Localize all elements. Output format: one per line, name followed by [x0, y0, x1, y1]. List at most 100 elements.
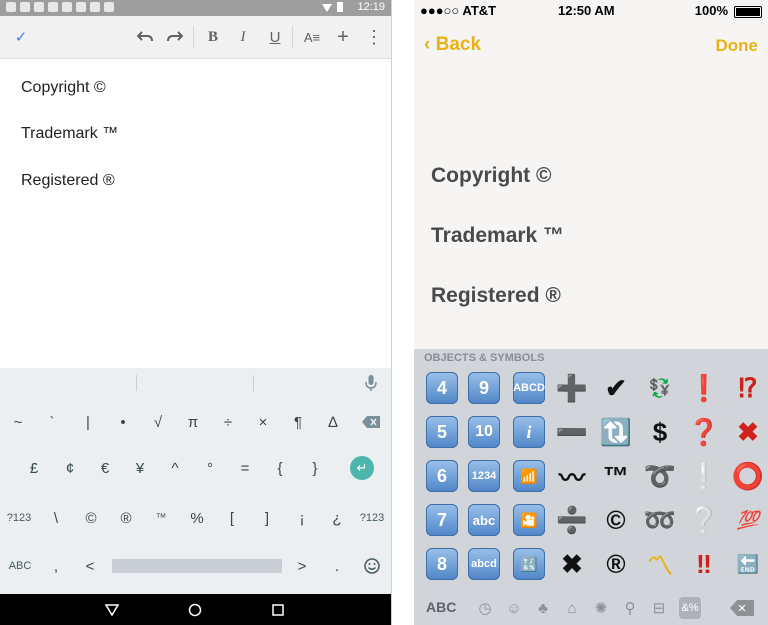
- emoji-end-arrow[interactable]: 🔚: [728, 545, 768, 583]
- checkmark-icon[interactable]: ✓: [8, 23, 34, 51]
- key[interactable]: [: [216, 500, 248, 536]
- recents-square-icon[interactable]: [268, 600, 288, 620]
- enter-key[interactable]: ↵: [346, 450, 378, 486]
- emoji-hundred-points[interactable]: 💯: [728, 501, 768, 539]
- emoji-white-exclamation[interactable]: ❕: [684, 457, 724, 495]
- smiley-icon[interactable]: ☺: [503, 597, 525, 619]
- emoji-input-symbols[interactable]: 🔣: [509, 545, 549, 583]
- emoji-keycap-10[interactable]: 10: [464, 413, 504, 451]
- abc-key[interactable]: ABC: [2, 548, 38, 584]
- key[interactable]: `: [36, 404, 68, 440]
- emoji-keycap-6[interactable]: 6: [422, 457, 462, 495]
- key[interactable]: |: [72, 404, 104, 440]
- key[interactable]: √: [142, 404, 174, 440]
- abc-key[interactable]: ABC: [426, 599, 456, 615]
- redo-icon[interactable]: [162, 23, 188, 51]
- emoji-key[interactable]: [356, 548, 388, 584]
- key[interactable]: ^: [159, 450, 191, 486]
- emoji-multiply[interactable]: ✖: [552, 545, 592, 583]
- key[interactable]: •: [107, 404, 139, 440]
- back-button[interactable]: ‹ Back: [424, 34, 481, 56]
- tree-icon[interactable]: ♣: [532, 597, 554, 619]
- bell-icon[interactable]: ⌂: [561, 597, 583, 619]
- emoji-signal-bars[interactable]: 📶: [509, 457, 549, 495]
- emoji-keycap-8[interactable]: 8: [422, 545, 462, 583]
- emoji-check[interactable]: ✔: [596, 369, 636, 407]
- symbols-switch-key[interactable]: ?123: [2, 500, 36, 536]
- emoji-cinema[interactable]: 🎦: [509, 501, 549, 539]
- emoji-copyright[interactable]: ©: [596, 501, 636, 539]
- key[interactable]: ¿: [321, 500, 353, 536]
- emoji-dollar[interactable]: $: [640, 413, 680, 451]
- underline-button[interactable]: U: [262, 23, 288, 51]
- key[interactable]: ©: [75, 500, 107, 536]
- emoji-latin-small-abcd[interactable]: abcd: [464, 545, 504, 583]
- emoji-keycap-9[interactable]: 9: [464, 369, 504, 407]
- emoji-divide[interactable]: ➗: [552, 501, 592, 539]
- emoji-information[interactable]: i: [509, 413, 549, 451]
- emoji-keycap-7[interactable]: 7: [422, 501, 462, 539]
- microphone-icon[interactable]: [365, 374, 377, 392]
- key[interactable]: ×: [247, 404, 279, 440]
- comma-key[interactable]: ,: [40, 548, 72, 584]
- key[interactable]: ¥: [124, 450, 156, 486]
- key[interactable]: >: [286, 548, 318, 584]
- emoji-interrobang[interactable]: ⁉: [728, 369, 768, 407]
- text-format-icon[interactable]: A≡: [299, 23, 325, 51]
- emoji-hollow-red-circle[interactable]: ⭕: [728, 457, 768, 495]
- emoji-cross-mark[interactable]: ✖: [728, 413, 768, 451]
- italic-button[interactable]: I: [230, 23, 256, 51]
- undo-icon[interactable]: [132, 23, 158, 51]
- emoji-wavy-dash[interactable]: 〰: [552, 457, 592, 495]
- backspace-key[interactable]: [355, 404, 387, 440]
- emoji-curly-loop[interactable]: ➰: [640, 457, 680, 495]
- done-button[interactable]: Done: [716, 36, 759, 56]
- more-vert-icon[interactable]: ⋮: [361, 23, 387, 51]
- key[interactable]: ¢: [54, 450, 86, 486]
- key[interactable]: ¶: [282, 404, 314, 440]
- emoji-part-alternation-mark[interactable]: 〽: [640, 545, 680, 583]
- emoji-arrows-clockwise[interactable]: 🔃: [596, 413, 636, 451]
- symbols-category-icon[interactable]: &%: [679, 597, 701, 619]
- back-triangle-icon[interactable]: [102, 600, 122, 620]
- key[interactable]: }: [299, 450, 331, 486]
- emoji-currency-exchange[interactable]: 💱: [640, 369, 680, 407]
- emoji-plus[interactable]: ➕: [552, 369, 592, 407]
- emoji-exclamation[interactable]: ❗: [684, 369, 724, 407]
- emoji-white-question[interactable]: ❔: [684, 501, 724, 539]
- key[interactable]: ¡: [286, 500, 318, 536]
- plus-icon[interactable]: +: [330, 23, 356, 51]
- key[interactable]: ™: [145, 500, 177, 536]
- car-icon[interactable]: ⊟: [648, 597, 670, 619]
- key[interactable]: ÷: [212, 404, 244, 440]
- key[interactable]: ]: [251, 500, 283, 536]
- bold-button[interactable]: B: [200, 23, 226, 51]
- key[interactable]: €: [89, 450, 121, 486]
- key[interactable]: {: [264, 450, 296, 486]
- emoji-numbers-1234[interactable]: 1234: [464, 457, 504, 495]
- key[interactable]: °: [194, 450, 226, 486]
- emoji-minus[interactable]: ➖: [552, 413, 592, 451]
- key[interactable]: %: [181, 500, 213, 536]
- key[interactable]: ~: [2, 404, 34, 440]
- emoji-question[interactable]: ❓: [684, 413, 724, 451]
- emoji-trademark[interactable]: ™: [596, 457, 636, 495]
- emoji-double-exclamation[interactable]: ‼: [684, 545, 724, 583]
- emoji-keycap-5[interactable]: 5: [422, 413, 462, 451]
- clock-icon[interactable]: ◷: [474, 597, 496, 619]
- emoji-keycap-4[interactable]: 4: [422, 369, 462, 407]
- key[interactable]: ∆: [317, 404, 349, 440]
- runner-icon[interactable]: ⚲: [619, 597, 641, 619]
- key[interactable]: =: [229, 450, 261, 486]
- firework-icon[interactable]: ✺: [590, 597, 612, 619]
- home-circle-icon[interactable]: [185, 600, 205, 620]
- emoji-capital-abcd[interactable]: ABCD: [509, 369, 549, 407]
- key[interactable]: π: [177, 404, 209, 440]
- key[interactable]: £: [18, 450, 50, 486]
- emoji-double-curly-loop[interactable]: ➿: [640, 501, 680, 539]
- delete-key[interactable]: ✕: [730, 600, 754, 616]
- emoji-latin-small-abc[interactable]: abc: [464, 501, 504, 539]
- period-key[interactable]: .: [321, 548, 353, 584]
- key[interactable]: ®: [110, 500, 142, 536]
- key[interactable]: \: [40, 500, 72, 536]
